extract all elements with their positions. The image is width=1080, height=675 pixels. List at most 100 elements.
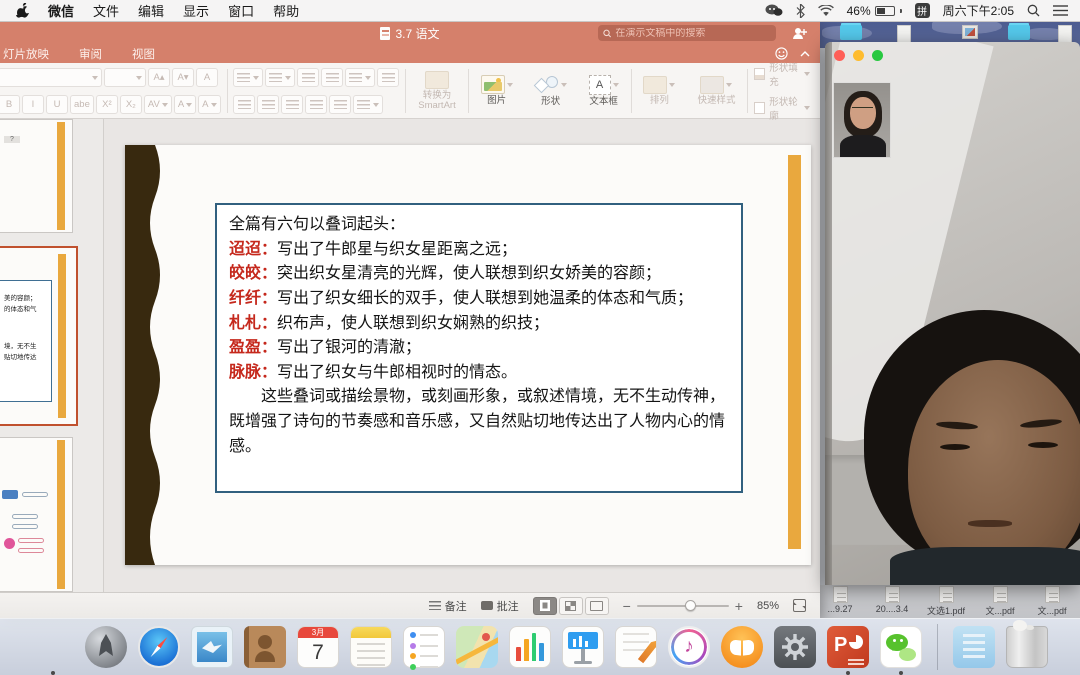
zoom-slider[interactable] [637, 605, 729, 607]
subscript-button[interactable]: X₂ [120, 95, 142, 114]
clear-formatting-button[interactable]: A [196, 68, 218, 87]
collapse-ribbon-icon[interactable] [800, 51, 810, 57]
apple-menu-icon[interactable] [16, 3, 29, 18]
zoom-slider-thumb[interactable] [685, 600, 696, 611]
insert-textbox-button[interactable]: A 文本框 [583, 75, 625, 107]
dock-ibooks[interactable] [721, 626, 763, 668]
quick-styles-button[interactable]: 快速样式 [691, 76, 741, 106]
share-person-icon[interactable] [792, 27, 808, 39]
desktop-folder-icon[interactable] [1008, 25, 1030, 40]
dock-contacts[interactable] [244, 626, 286, 668]
desktop-image-file-icon[interactable] [962, 25, 978, 39]
menu-edit[interactable]: 编辑 [138, 1, 164, 20]
menu-file[interactable]: 文件 [93, 1, 119, 20]
insert-shapes-button[interactable]: 形状 [529, 75, 573, 107]
zoom-out-button[interactable]: − [623, 598, 631, 614]
dock-notes[interactable] [350, 626, 392, 668]
align-text-button[interactable] [353, 95, 383, 114]
desktop-folder-icon[interactable] [840, 25, 862, 40]
wechat-status-icon[interactable] [765, 4, 783, 17]
shrink-font-button[interactable]: A▾ [172, 68, 194, 87]
tab-review[interactable]: 审阅 [79, 46, 102, 62]
font-color-button[interactable]: A [198, 95, 220, 114]
change-case-button[interactable]: A [174, 95, 196, 114]
font-size-select[interactable] [104, 68, 146, 87]
desktop-file[interactable]: 20....3.4 [866, 586, 918, 614]
menubar-clock[interactable]: 周六下午2:05 [943, 2, 1014, 19]
slideshow-view-button[interactable] [585, 597, 609, 615]
menubar-app-name[interactable]: 微信 [48, 1, 74, 20]
close-button[interactable] [834, 50, 845, 61]
insert-picture-button[interactable]: 图片 [475, 75, 519, 106]
tab-slideshow[interactable]: 灯片放映 [3, 46, 49, 62]
dock-trash[interactable] [1006, 626, 1048, 668]
dock-keynote[interactable] [562, 626, 604, 668]
align-left-button[interactable] [233, 95, 255, 114]
desktop-file-icon[interactable] [1058, 25, 1072, 43]
spotlight-search-icon[interactable] [1027, 4, 1040, 17]
bold-button[interactable]: B [0, 95, 20, 114]
current-slide[interactable]: 全篇有六句以叠词起头： 迢迢：写出了牛郎星与织女星距离之远； 皎皎：突出织女星清… [125, 145, 811, 565]
menu-window[interactable]: 窗口 [228, 1, 254, 20]
dock-launchpad[interactable] [85, 626, 127, 668]
desktop-file[interactable]: 文...pdf [974, 586, 1026, 617]
increase-indent-button[interactable] [321, 68, 343, 87]
menu-view[interactable]: 显示 [183, 1, 209, 20]
desktop-file-icon[interactable] [897, 25, 911, 43]
slide-thumbnail-2-selected[interactable]: 美的容颜； 的体态和气 境，无不生 贴切地传达 [0, 246, 78, 426]
wifi-icon[interactable] [818, 5, 834, 17]
comments-button[interactable]: 批注 [481, 598, 519, 614]
numbering-button[interactable] [265, 68, 295, 87]
zoom-in-button[interactable]: + [735, 598, 743, 614]
text-direction-button[interactable] [377, 68, 399, 87]
input-method-badge[interactable]: 拼 [915, 3, 930, 18]
feedback-smiley-icon[interactable] [775, 47, 788, 60]
notes-button[interactable]: 备注 [429, 598, 467, 614]
shape-fill-button[interactable]: 形状填充 [754, 60, 810, 88]
maximize-button[interactable] [872, 50, 883, 61]
columns-button[interactable] [329, 95, 351, 114]
dock-pages[interactable] [615, 626, 657, 668]
font-name-select[interactable] [0, 68, 102, 87]
dock-system-preferences[interactable] [774, 626, 816, 668]
slide-textbox[interactable]: 全篇有六句以叠词起头： 迢迢：写出了牛郎星与织女星距离之远； 皎皎：突出织女星清… [215, 203, 743, 493]
align-right-button[interactable] [281, 95, 303, 114]
decrease-indent-button[interactable] [297, 68, 319, 87]
align-center-button[interactable] [257, 95, 279, 114]
justify-button[interactable] [305, 95, 327, 114]
video-call-window[interactable] [825, 42, 1080, 585]
zoom-level[interactable]: 85% [757, 600, 779, 612]
desktop-file[interactable]: ...9.27 [814, 586, 866, 614]
notification-center-icon[interactable] [1053, 5, 1068, 16]
grow-font-button[interactable]: A▴ [148, 68, 170, 87]
superscript-button[interactable]: X² [96, 95, 118, 114]
underline-button[interactable]: U [46, 95, 68, 114]
dock-calendar[interactable]: 3月7 [297, 626, 339, 668]
line-spacing-button[interactable] [345, 68, 375, 87]
battery-indicator[interactable]: 46% [847, 4, 902, 18]
strikethrough-button[interactable]: abe [70, 95, 94, 114]
arrange-button[interactable]: 排列 [637, 76, 681, 106]
dock-numbers[interactable] [509, 626, 551, 668]
desktop-file[interactable]: 文...pdf [1026, 586, 1078, 617]
dock-itunes[interactable]: ♪ [668, 626, 710, 668]
menu-help[interactable]: 帮助 [273, 1, 299, 20]
minimize-button[interactable] [853, 50, 864, 61]
desktop-file[interactable]: 文选1.pdf [920, 586, 972, 617]
convert-to-smartart-button[interactable]: 转换为SmartArt [412, 71, 461, 112]
tab-view[interactable]: 视图 [132, 46, 155, 62]
dock-safari[interactable] [138, 626, 180, 668]
italic-button[interactable]: I [22, 95, 44, 114]
dock-maps[interactable] [456, 626, 498, 668]
dock-downloads-folder[interactable] [953, 626, 995, 668]
slide-thumbnail-3[interactable] [0, 437, 73, 592]
slide-sorter-view-button[interactable] [559, 597, 583, 615]
fit-to-window-button[interactable] [793, 599, 806, 612]
normal-view-button[interactable] [533, 597, 557, 615]
presentation-search-box[interactable] [598, 25, 776, 41]
character-spacing-button[interactable]: AV [144, 95, 172, 114]
bluetooth-icon[interactable] [796, 4, 805, 18]
dock-mail[interactable] [191, 626, 233, 668]
shape-outline-button[interactable]: 形状轮廓 [754, 94, 810, 122]
slide-thumbnail-1[interactable]: ? [0, 119, 73, 233]
